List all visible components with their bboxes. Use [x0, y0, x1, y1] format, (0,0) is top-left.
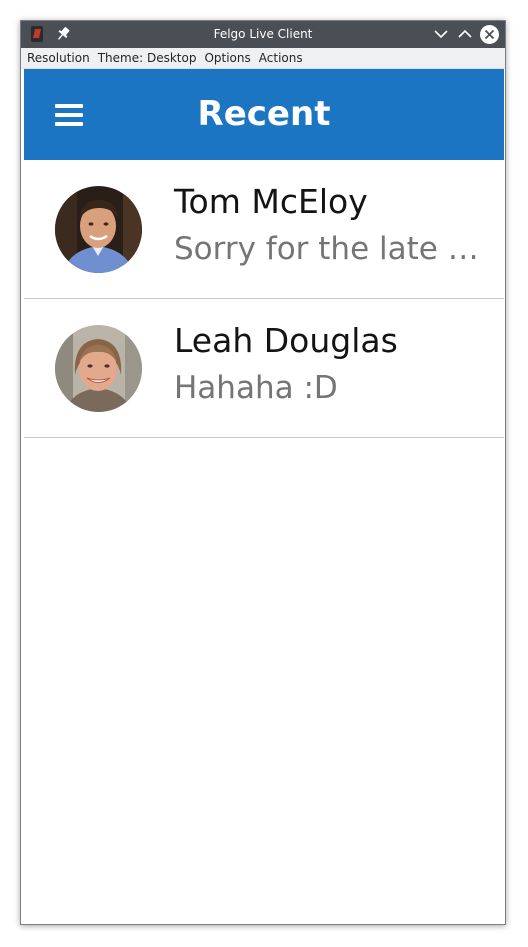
conversation-list: Tom McEloy Sorry for the late reply ...: [24, 160, 504, 438]
menu-options[interactable]: Options: [200, 48, 254, 68]
chevron-up-icon: [458, 29, 472, 38]
avatar[interactable]: [55, 186, 142, 273]
menu-resolution[interactable]: Resolution: [23, 48, 94, 68]
app-header: Recent: [24, 69, 504, 160]
chevron-down-icon: [434, 30, 448, 39]
app-window: Felgo Live Client Resolution Theme: Desk…: [20, 20, 506, 925]
menu-theme[interactable]: Theme: Desktop: [94, 48, 201, 68]
page-title: Recent: [197, 94, 331, 134]
conversation-row[interactable]: Leah Douglas Hahaha :D: [24, 299, 504, 438]
menu-bar: Resolution Theme: Desktop Options Action…: [21, 48, 505, 69]
message-preview: Sorry for the late reply ...: [174, 231, 479, 267]
menu-actions[interactable]: Actions: [255, 48, 307, 68]
app-content: Recent Tom McEloy Sorry for the late re …: [24, 69, 504, 922]
menu-icon[interactable]: [52, 101, 86, 129]
window-titlebar[interactable]: Felgo Live Client: [21, 21, 505, 48]
conversation-row[interactable]: Tom McEloy Sorry for the late reply ...: [24, 160, 504, 299]
close-icon: [484, 29, 495, 40]
maximize-button[interactable]: [456, 25, 474, 43]
contact-name: Tom McEloy: [174, 182, 368, 221]
avatar[interactable]: [55, 325, 142, 412]
message-preview: Hahaha :D: [174, 370, 338, 406]
minimize-button[interactable]: [432, 25, 450, 43]
close-button[interactable]: [480, 25, 499, 44]
contact-name: Leah Douglas: [174, 321, 398, 360]
